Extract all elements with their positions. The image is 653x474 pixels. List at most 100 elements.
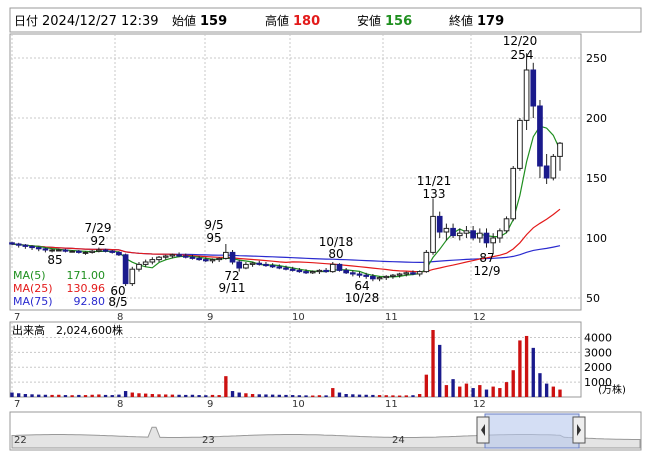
candle-up [476,232,483,239]
candle-up [550,155,557,179]
volume-x-tick-label: 10 [292,399,305,410]
price-x-tick-label: 11 [385,312,398,323]
volume-bar [317,395,322,397]
volume-bar [544,383,549,397]
volume-bar [77,394,81,397]
candle-up [416,271,423,275]
candle-up [129,268,136,285]
volume-bar [558,389,562,397]
volume-bar [270,394,275,397]
candle-down [189,256,196,259]
close-label: 終値 [449,13,473,28]
price-x-tick-label: 10 [292,312,305,323]
volume-bar [204,395,208,397]
price-annotation: 12/9 [474,264,501,278]
open-label: 始値 [172,13,196,28]
price-annotation: 9/5 [204,218,223,232]
navigator-left-handle[interactable] [476,416,490,444]
candle-down [537,105,543,167]
candle-up [396,273,403,276]
volume-bar [190,394,195,397]
volume-bar [458,386,462,397]
volume-bar [230,391,235,397]
candle-up [156,256,162,261]
candle-down [343,269,349,274]
candle-down [256,262,263,265]
volume-label: 出来高 [12,323,45,337]
volume-bar [464,383,469,397]
volume-bar [424,374,429,397]
candle-up [430,215,436,253]
candle-up [309,271,316,274]
candle-up [390,274,396,277]
volume-bar [57,394,61,397]
candle-up [223,251,229,259]
volume-bar [451,379,455,397]
volume-x-tick-label: 8 [117,399,123,410]
volume-bar [284,394,288,397]
candle-down [196,257,202,261]
volume-bar [324,395,328,397]
candle-up [69,250,75,253]
price-x-tick-label: 12 [473,312,486,323]
candle-up [463,230,470,234]
candle-down [202,259,209,262]
volume-bar [250,394,255,397]
candle-up [316,269,323,273]
stock-chart-widget: 日付 2024/12/27 12:39 始値 159 高値 180 安値 156… [0,0,653,470]
ma25-label: MA(25) [13,282,53,295]
candle-up [517,119,523,169]
candle-down [109,250,116,253]
navigator-selection[interactable] [484,413,580,449]
price-annotation: 80 [328,247,343,261]
volume-bar [277,394,281,397]
candle-down [22,244,29,247]
volume-bar [30,394,34,397]
candle-down [370,275,376,280]
candle-down [283,267,289,270]
price-annotation: 254 [511,48,534,62]
candle-down [356,273,363,276]
ma5-label: MA(5) [13,269,46,282]
chart-canvas: 日付 2024/12/27 12:39 始値 159 高値 180 安値 156… [9,7,642,451]
open-value: 159 [200,14,227,29]
volume-bar [123,391,128,397]
navigator-right-handle[interactable] [572,416,586,444]
volume-bar [431,330,435,397]
volume-bar [357,394,362,397]
volume-bar [417,394,422,397]
volume-bar [17,393,21,397]
price-x-ticks: 7 8 9 10 11 12 [14,312,486,323]
volume-bar [304,395,308,397]
price-annotation: 7/29 [85,221,112,235]
candle-up [497,230,503,239]
candle-down [296,269,303,273]
candle-down [336,263,343,271]
volume-unit: (万株) [598,383,626,396]
candle-down [9,242,15,245]
volume-bar [177,394,181,397]
price-annotation: 11/21 [417,174,452,188]
volume-bar [130,392,134,397]
candle-down [29,245,35,249]
candle-down [410,272,416,275]
candle-up [490,237,497,244]
volume-bar [210,394,215,397]
volume-bar [498,388,502,397]
price-annotation: 9/11 [219,281,246,295]
candle-down [349,272,356,275]
volume-bar [337,392,342,397]
volume-y-tick-label: 4000 [584,331,612,344]
candle-down [483,232,490,244]
price-y-ticks: 50 100 150 200 250 [586,52,607,305]
candle-up [149,259,156,263]
navigator-label-24: 24 [392,435,405,446]
candle-up [136,263,142,270]
volume-bar [90,394,94,397]
candle-down [263,263,269,267]
price-x-tick-label: 9 [207,312,213,323]
candle-down [75,250,82,253]
candle-up [162,255,169,258]
candle-up [243,263,249,269]
candle-down [276,266,283,269]
